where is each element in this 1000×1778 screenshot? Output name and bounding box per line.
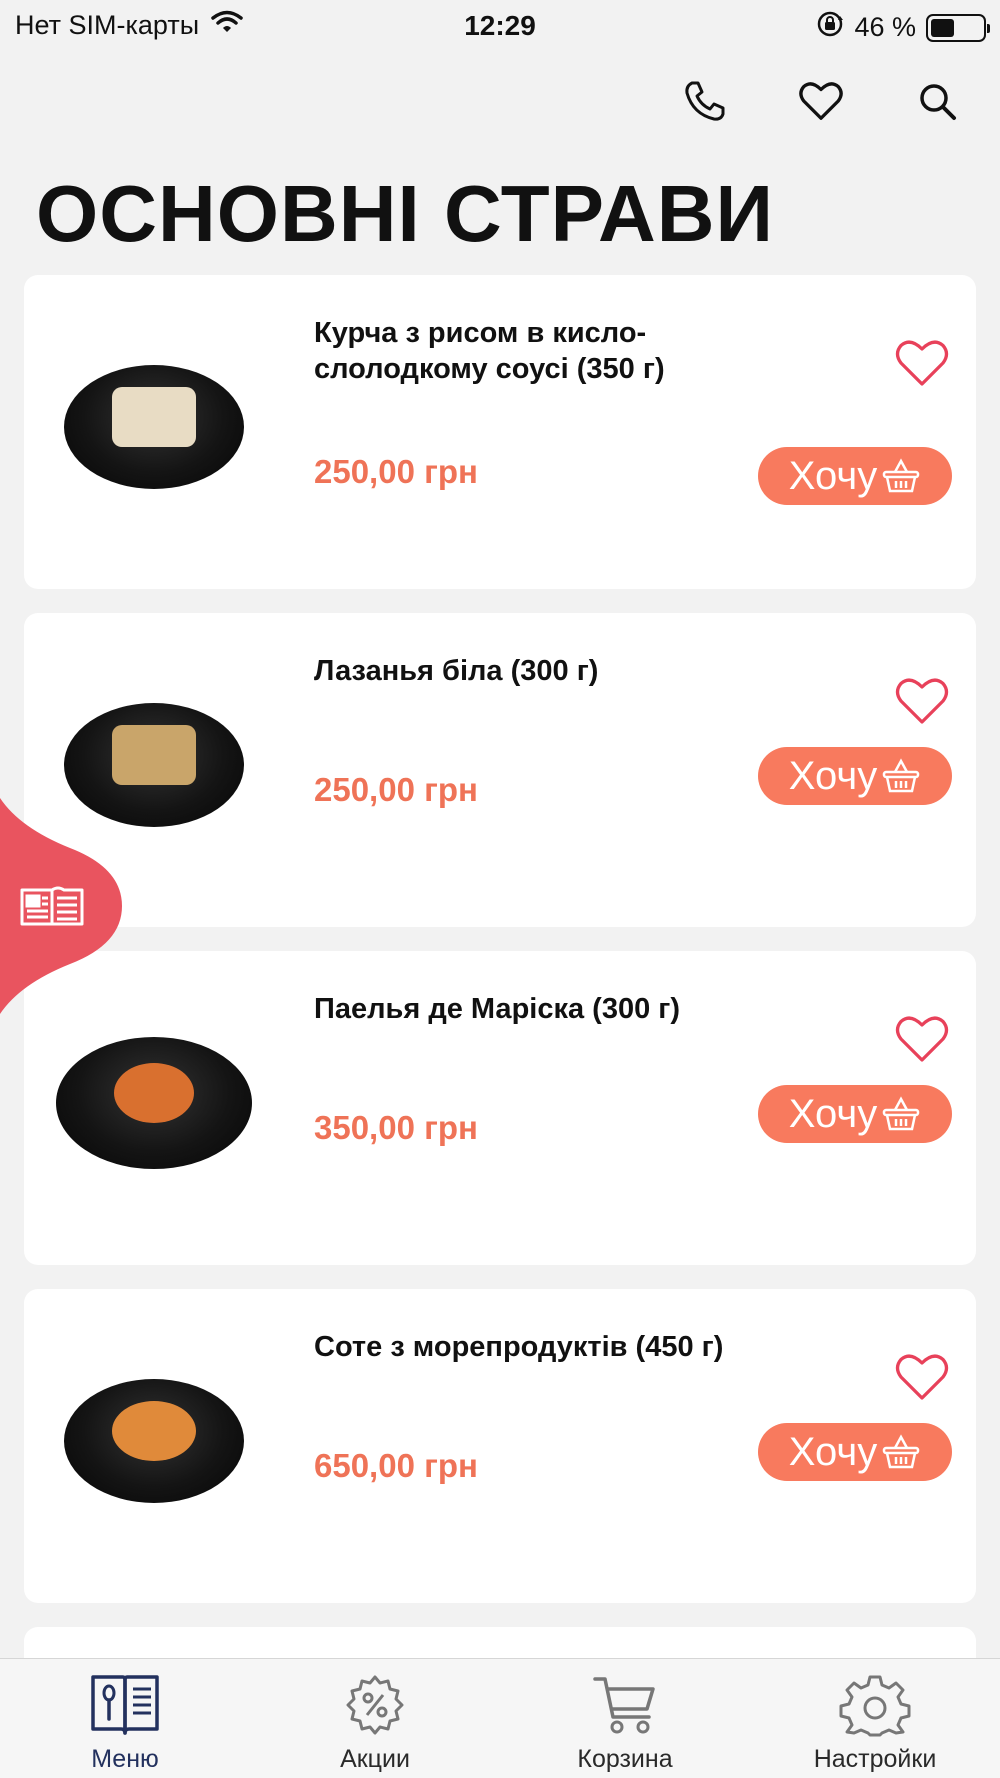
product-price: 350,00 грн bbox=[314, 1109, 478, 1146]
product-price: 250,00 грн bbox=[314, 771, 478, 808]
dish-food bbox=[112, 725, 196, 785]
want-button[interactable]: Хочу bbox=[758, 1423, 952, 1481]
product-title: Курча з рисом в кисло-слолодкому соусі (… bbox=[314, 317, 665, 385]
want-button-label: Хочу bbox=[788, 1091, 878, 1136]
heart-icon[interactable] bbox=[894, 1013, 950, 1065]
dish-food bbox=[112, 387, 196, 447]
menu-book-icon bbox=[91, 1675, 159, 1735]
heart-icon[interactable] bbox=[894, 675, 950, 727]
dish-food bbox=[112, 1401, 196, 1461]
product-card[interactable]: Соте з морепродуктів (450 г) 650,00 грн … bbox=[24, 1289, 976, 1603]
product-card[interactable]: Паелья де Маріска (300 г) 350,00 грн Хоч… bbox=[24, 951, 976, 1265]
rotation-lock-icon bbox=[816, 10, 844, 45]
tab-cart[interactable]: Корзина bbox=[500, 1659, 750, 1778]
want-button-label: Хочу bbox=[788, 1429, 878, 1474]
dish-food bbox=[114, 1063, 194, 1123]
status-bar: Нет SIM-карты 12:29 46 % bbox=[0, 0, 1000, 50]
basket-icon bbox=[881, 458, 921, 494]
product-card[interactable]: Лазанья біла (300 г) 250,00 грн Хочу bbox=[24, 613, 976, 927]
product-card[interactable]: Курча з рисом в кисло-слолодкому соусі (… bbox=[24, 275, 976, 589]
dish-image bbox=[64, 1379, 244, 1503]
status-right: 46 % bbox=[816, 10, 990, 45]
side-news-tab[interactable] bbox=[0, 798, 122, 1014]
tab-menu[interactable]: Меню bbox=[0, 1659, 250, 1778]
percent-gear-icon bbox=[346, 1675, 404, 1735]
settings-gear-icon bbox=[839, 1675, 911, 1737]
tab-bar: Меню Акции Корзина Настройки bbox=[0, 1658, 1000, 1778]
basket-icon bbox=[881, 1096, 921, 1132]
tab-promotions[interactable]: Акции bbox=[250, 1659, 500, 1778]
product-title: Соте з морепродуктів (450 г) bbox=[314, 1331, 724, 1363]
basket-icon bbox=[881, 758, 921, 794]
dish-image bbox=[56, 1037, 252, 1169]
favorites-heart-icon[interactable] bbox=[798, 78, 844, 124]
battery-icon bbox=[926, 13, 990, 42]
tab-settings[interactable]: Настройки bbox=[750, 1659, 1000, 1778]
product-title: Паелья де Маріска (300 г) bbox=[314, 993, 680, 1025]
want-button[interactable]: Хочу bbox=[758, 1085, 952, 1143]
basket-icon bbox=[881, 1434, 921, 1470]
search-icon[interactable] bbox=[914, 78, 960, 124]
battery-percent: 46 % bbox=[854, 12, 916, 42]
want-button-label: Хочу bbox=[788, 753, 878, 798]
top-actions bbox=[682, 78, 960, 124]
cart-icon bbox=[593, 1677, 655, 1734]
tab-label: Корзина bbox=[577, 1745, 673, 1773]
tab-label: Акции bbox=[340, 1745, 410, 1773]
product-title: Лазанья біла (300 г) bbox=[314, 655, 599, 687]
phone-icon[interactable] bbox=[682, 78, 728, 124]
product-price: 650,00 грн bbox=[314, 1447, 478, 1484]
want-button-label: Хочу bbox=[788, 453, 878, 498]
battery-fill bbox=[931, 18, 954, 37]
dish-image bbox=[64, 365, 244, 489]
want-button[interactable]: Хочу bbox=[758, 447, 952, 505]
product-price: 250,00 грн bbox=[314, 453, 478, 490]
tab-label: Настройки bbox=[813, 1745, 937, 1773]
product-list: Курча з рисом в кисло-слолодкому соусі (… bbox=[24, 275, 976, 1711]
tab-label: Меню bbox=[91, 1745, 159, 1773]
want-button[interactable]: Хочу bbox=[758, 747, 952, 805]
heart-icon[interactable] bbox=[894, 337, 950, 389]
page-title: ОСНОВНІ СТРАВИ bbox=[36, 169, 775, 258]
heart-icon[interactable] bbox=[894, 1351, 950, 1403]
